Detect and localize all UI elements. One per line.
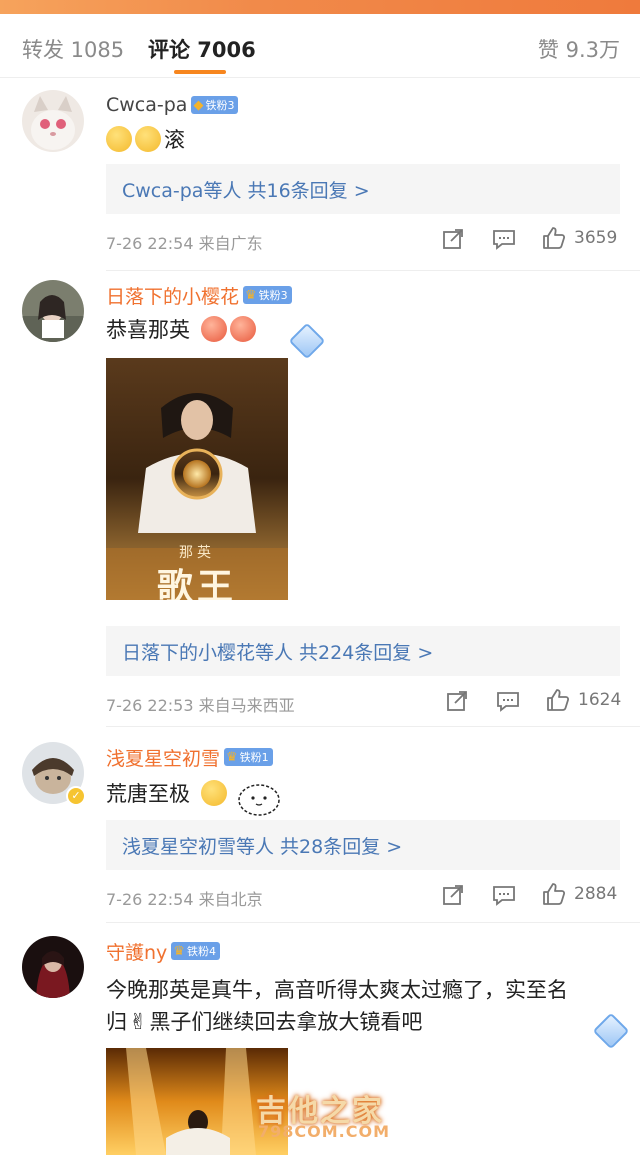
username[interactable]: 浅夏星空初雪 bbox=[106, 744, 220, 771]
emoji-smile-icon bbox=[200, 780, 227, 806]
comment-text: 滚 bbox=[106, 124, 185, 154]
top-gradient-strip bbox=[0, 0, 640, 14]
comment-body: 恭喜那英 bbox=[106, 318, 190, 342]
name-row: 浅夏星空初雪 ♛ 铁粉1 bbox=[106, 744, 273, 770]
diamond-small-icon: ◆ bbox=[193, 97, 204, 113]
fan-badge: ◆ 铁粉3 bbox=[191, 96, 239, 114]
comment-meta: 7-26 22:54 来自广东 bbox=[106, 234, 263, 253]
name-row: 日落下的小樱花 ♛ 铁粉3 bbox=[106, 282, 292, 308]
username[interactable]: 守護ny bbox=[106, 938, 167, 965]
comment-photo[interactable]: 那英 歌王 bbox=[106, 358, 288, 600]
share-icon[interactable] bbox=[442, 884, 464, 906]
emoji-heart-eyes-icon bbox=[229, 316, 256, 342]
share-icon[interactable] bbox=[442, 228, 464, 250]
reply-summary-box[interactable]: 日落下的小樱花等人 共224条回复 > bbox=[106, 626, 620, 676]
thumbs-up-icon bbox=[543, 227, 566, 249]
comment-meta: 7-26 22:54 来自北京 bbox=[106, 890, 263, 909]
comment-tabs: 转发 1085 评论 7006 赞 9.3万 bbox=[0, 14, 640, 78]
reply-summary-link[interactable]: 日落下的小樱花等人 共224条回复 > bbox=[122, 638, 433, 665]
crown-icon: ♛ bbox=[245, 287, 257, 303]
reply-summary-link[interactable]: Cwca-pa等人 共16条回复 > bbox=[122, 176, 370, 203]
comment-body: 滚 bbox=[164, 128, 185, 152]
crown-icon: ♛ bbox=[226, 749, 238, 765]
fan-badge: ♛ 铁粉1 bbox=[224, 748, 273, 766]
fan-badge-label: 铁粉3 bbox=[205, 99, 235, 112]
fan-badge: ♛ 铁粉4 bbox=[171, 942, 220, 960]
emoji-heart-eyes-icon bbox=[200, 316, 227, 342]
name-row: Cwca-pa ◆ 铁粉3 bbox=[106, 92, 239, 118]
thumbs-up-icon bbox=[547, 689, 570, 711]
name-row: 守護ny ♛ 铁粉4 bbox=[106, 938, 220, 964]
divider bbox=[106, 922, 640, 923]
fan-badge-label: 铁粉1 bbox=[239, 751, 269, 764]
comment-body-part: 归 bbox=[106, 1010, 127, 1034]
fan-badge: ♛ 铁粉3 bbox=[243, 286, 292, 304]
active-tab-indicator bbox=[174, 70, 226, 74]
comment-text-line-1: 今晚那英是真牛，高音听得太爽太过瘾了，实至名 bbox=[106, 978, 568, 1002]
reply-summary-box[interactable]: Cwca-pa等人 共16条回复 > bbox=[106, 164, 620, 214]
watermark-url: 798COM.COM bbox=[258, 1122, 391, 1141]
fan-badge-label: 铁粉4 bbox=[186, 945, 216, 958]
photo-caption-title: 歌王 bbox=[156, 566, 237, 600]
comment-body: 荒唐至极 bbox=[106, 782, 190, 806]
comment-icon[interactable] bbox=[492, 228, 516, 250]
tab-likes[interactable]: 赞 9.3万 bbox=[538, 34, 620, 64]
emoji-icon bbox=[135, 126, 161, 152]
likes-count: 3659 bbox=[574, 228, 618, 248]
reply-summary-box[interactable]: 浅夏星空初雪等人 共28条回复 > bbox=[106, 820, 620, 870]
like-button[interactable]: 3659 bbox=[542, 226, 617, 250]
tab-repost[interactable]: 转发 1085 bbox=[22, 34, 124, 64]
diamond-badge-icon bbox=[592, 1012, 630, 1050]
comment-icon[interactable] bbox=[496, 690, 520, 712]
thumbs-up-icon bbox=[543, 883, 566, 905]
username[interactable]: Cwca-pa bbox=[106, 94, 187, 116]
avatar[interactable] bbox=[22, 90, 84, 152]
diamond-badge-icon bbox=[288, 322, 326, 360]
comment-text: 荒唐至极 bbox=[106, 778, 230, 808]
fan-badge-label: 铁粉3 bbox=[258, 289, 288, 302]
comment-text: 恭喜那英 bbox=[106, 314, 259, 344]
divider bbox=[106, 270, 640, 271]
crown-icon: ♛ bbox=[173, 943, 185, 959]
comment-icon[interactable] bbox=[492, 884, 516, 906]
verified-badge-icon: ✓ bbox=[66, 786, 86, 806]
comment-body-part: 黑子们继续回去拿放大镜看吧 bbox=[149, 1010, 423, 1034]
likes-count: 1624 bbox=[578, 690, 622, 710]
share-icon[interactable] bbox=[446, 690, 468, 712]
avatar[interactable] bbox=[22, 936, 84, 998]
avatar[interactable] bbox=[22, 280, 84, 342]
divider bbox=[106, 726, 640, 727]
like-button[interactable]: 2884 bbox=[542, 882, 617, 906]
username[interactable]: 日落下的小樱花 bbox=[106, 282, 239, 309]
tab-comments[interactable]: 评论 7006 bbox=[148, 34, 256, 64]
reply-summary-link[interactable]: 浅夏星空初雪等人 共28条回复 > bbox=[122, 832, 402, 859]
comment-meta: 7-26 22:53 来自马来西亚 bbox=[106, 696, 295, 715]
comment-text-line-2: 归✌黑子们继续回去拿放大镜看吧 bbox=[106, 1006, 422, 1036]
watermark: 吉他之家 798COM.COM bbox=[256, 1086, 389, 1141]
likes-count: 2884 bbox=[574, 884, 618, 904]
like-button[interactable]: 1624 bbox=[546, 688, 621, 712]
victory-hand-icon: ✌ bbox=[129, 1010, 148, 1035]
emoji-icon bbox=[106, 126, 132, 152]
cartoon-sticker-icon bbox=[238, 784, 280, 816]
